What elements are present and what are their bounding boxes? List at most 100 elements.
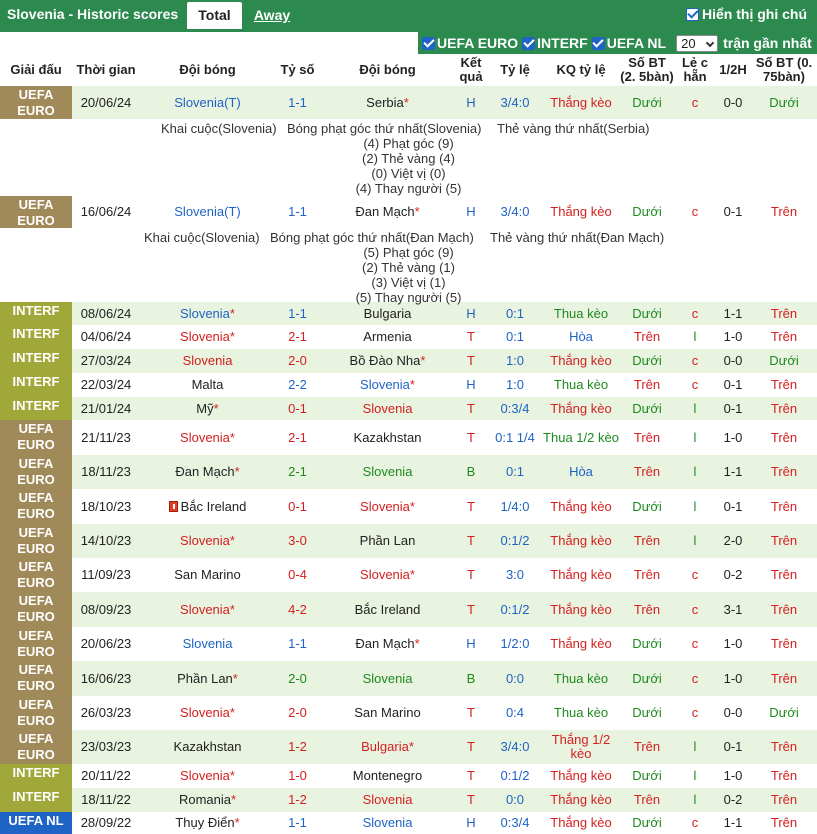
header-odds-result: KQ tỷ lệ	[556, 62, 606, 77]
checkbox-icon[interactable]	[422, 36, 435, 50]
away-team-name[interactable]: Slovenia	[363, 793, 413, 807]
half-time-score: 3-1	[723, 601, 743, 617]
home-team-name[interactable]: Slovenia	[183, 637, 233, 651]
match-count-select[interactable]: 20	[676, 34, 719, 52]
table-row[interactable]: UEFA EURO 20/06/24 Slovenia(T) 1-1 Serbia * H 3…	[0, 86, 817, 119]
away-team-name[interactable]: Slovenia	[360, 568, 410, 582]
goals-over-under-075: Trên	[770, 533, 798, 548]
table-row[interactable]: UEFA NL 28/09/22 Thụy Điển * 1-1 Slovenia H 0:3…	[0, 812, 817, 834]
table-row[interactable]: INTERF 08/06/24 Slovenia * 1-1 Bulgaria H 0:1 Th…	[0, 302, 817, 325]
match-score: 0-4	[288, 567, 307, 582]
away-team-name[interactable]: Slovenia	[360, 378, 410, 392]
away-team: San Marino	[320, 696, 455, 730]
away-team-name[interactable]: Đan Mạch	[355, 637, 414, 651]
away-team-name[interactable]: Serbia	[366, 95, 404, 110]
header-goals-075: Số BT (0. 75bàn)	[755, 55, 813, 84]
away-team-name[interactable]: Đan Mạch	[355, 205, 414, 219]
checkbox-icon[interactable]	[686, 7, 699, 21]
filter-interf[interactable]: INTERF	[522, 35, 588, 51]
home-team-name[interactable]: Slovenia(T)	[174, 205, 240, 219]
filter-label: INTERF	[537, 35, 588, 51]
checkbox-icon[interactable]	[591, 36, 605, 50]
away-team-name[interactable]: Slovenia	[363, 816, 413, 830]
home-team-name[interactable]: Slovenia	[180, 430, 230, 445]
home-team-name[interactable]: Romania	[179, 793, 231, 807]
table-row[interactable]: UEFA EURO 08/09/23 Slovenia * 4-2 Bắc Ireland…	[0, 592, 817, 627]
home-team-name[interactable]: Thụy Điển	[175, 816, 234, 830]
home-team-name[interactable]: Slovenia	[180, 330, 230, 344]
odd-even: c	[691, 377, 699, 392]
table-row[interactable]: UEFA EURO 26/03/23 Slovenia * 2-0 San Marino T…	[0, 696, 817, 730]
home-team-name[interactable]: Slovenia	[180, 534, 230, 548]
odds-line: 0:1 1/4	[495, 429, 535, 445]
odds-result: Thua kèo	[553, 377, 609, 392]
home-team-name[interactable]: Slovenia	[180, 769, 230, 783]
away-team-name[interactable]: Bắc Ireland	[355, 602, 421, 617]
match-result: T	[467, 768, 475, 783]
away-team: Bồ Đào Nha *	[320, 349, 455, 373]
home-team-name[interactable]: Kazakhstan	[174, 740, 242, 754]
table-row[interactable]: UEFA EURO 16/06/23 Phần Lan * 2-0 Slovenia B 0:…	[0, 661, 817, 696]
table-row[interactable]: UEFA EURO 14/10/23 Slovenia * 3-0 Phần Lan T 0:…	[0, 524, 817, 558]
home-team-name[interactable]: Phần Lan	[177, 671, 233, 686]
table-row[interactable]: UEFA EURO 20/06/23 Slovenia 1-1 Đan Mạch * H 1/…	[0, 627, 817, 661]
checkbox-icon[interactable]	[522, 36, 536, 50]
filter-uefa-nl[interactable]: UEFA NL	[591, 35, 666, 51]
table-row[interactable]: INTERF 27/03/24 Slovenia 2-0 Bồ Đào Nha * T 1:0…	[0, 349, 817, 373]
show-notes-toggle[interactable]: Hiển thị ghi chú	[686, 6, 807, 22]
table-row[interactable]: INTERF 18/11/22 Romania * 1-2 Slovenia T 0:0 Thắ…	[0, 788, 817, 812]
away-team-name[interactable]: San Marino	[354, 706, 420, 720]
away-team-name[interactable]: Kazakhstan	[354, 430, 422, 445]
home-team-name[interactable]: Slovenia	[180, 706, 230, 720]
home-team-name[interactable]: Đan Mạch	[175, 465, 234, 479]
away-team-name[interactable]: Montenegro	[353, 769, 422, 783]
away-team-name[interactable]: Slovenia	[360, 499, 410, 514]
header-odd-even: Lẻ c hẵn	[681, 55, 708, 84]
away-team-name[interactable]: Bồ Đào Nha	[350, 354, 421, 368]
away-team-name[interactable]: Slovenia	[363, 401, 413, 416]
away-team-name[interactable]: Slovenia	[363, 465, 413, 479]
tab-away[interactable]: Away	[247, 2, 297, 29]
home-team-name[interactable]: Slovenia	[180, 306, 230, 321]
filter-uefa-euro[interactable]: UEFA EURO	[422, 35, 518, 51]
home-team-name[interactable]: Slovenia(T)	[174, 95, 240, 110]
goals-over-under-075: Dưới	[769, 94, 799, 110]
match-result: H	[466, 94, 476, 110]
table-row[interactable]: UEFA EURO 18/11/23 Đan Mạch * 2-1 Slovenia B 0:…	[0, 455, 817, 489]
match-result: B	[466, 670, 476, 686]
match-date: 20/06/24	[80, 94, 132, 110]
detail-stat-offsides: (3) Việt vị (1)	[371, 275, 446, 290]
table-row[interactable]: UEFA EURO 21/11/23 Slovenia * 2-1 Kazakhstan T…	[0, 420, 817, 455]
match-score: 1-2	[288, 792, 307, 807]
away-team-name[interactable]: Armenia	[363, 330, 411, 344]
away-team: Slovenia *	[320, 373, 455, 397]
away-team-name[interactable]: Bulgaria	[364, 306, 412, 321]
home-team-name[interactable]: San Marino	[174, 568, 240, 582]
goals-over-under-25: Dưới	[632, 705, 662, 720]
table-row[interactable]: UEFA EURO 16/06/24 Slovenia(T) 1-1 Đan Mạch *…	[0, 196, 817, 228]
tab-total[interactable]: Total	[187, 2, 242, 29]
table-row[interactable]: INTERF 20/11/22 Slovenia * 1-0 Montenegro T 0:1…	[0, 764, 817, 788]
home-team-name[interactable]: Mỹ	[196, 401, 213, 416]
home-team-name[interactable]: Slovenia	[180, 602, 230, 617]
table-row[interactable]: INTERF 04/06/24 Slovenia * 2-1 Armenia T 0:1 Hòa…	[0, 325, 817, 349]
table-row[interactable]: UEFA EURO 11/09/23 San Marino 0-4 Slovenia * T…	[0, 558, 817, 592]
league-badge: UEFA EURO	[0, 661, 72, 696]
odds-line: 0:3/4	[500, 400, 530, 416]
favorite-star-icon: *	[414, 204, 420, 219]
away-team-name[interactable]: Phần Lan	[360, 534, 416, 548]
table-row[interactable]: INTERF 22/03/24 Malta 2-2 Slovenia * H 1:0 Thua …	[0, 373, 817, 397]
match-result: H	[466, 636, 476, 651]
match-score: 0-1	[288, 498, 307, 514]
away-team-name[interactable]: Bulgaria	[361, 740, 409, 754]
match-date: 14/10/23	[80, 533, 132, 548]
away-team-name[interactable]: Slovenia	[363, 671, 413, 686]
home-team-name[interactable]: Bắc Ireland	[181, 499, 247, 514]
odd-even: l	[693, 429, 697, 445]
table-row[interactable]: INTERF 21/01/24 Mỹ * 0-1 Slovenia T 0:3/4 Thắng …	[0, 397, 817, 420]
table-row[interactable]: UEFA EURO 23/03/23 Kazakhstan 1-2 Bulgaria * T…	[0, 730, 817, 764]
home-team-name[interactable]: Malta	[192, 378, 224, 392]
league-badge: UEFA NL	[0, 812, 72, 834]
table-row[interactable]: UEFA EURO 18/10/23 Bắc Ireland 0-1 Slovenia *…	[0, 489, 817, 524]
home-team-name[interactable]: Slovenia	[183, 354, 233, 368]
